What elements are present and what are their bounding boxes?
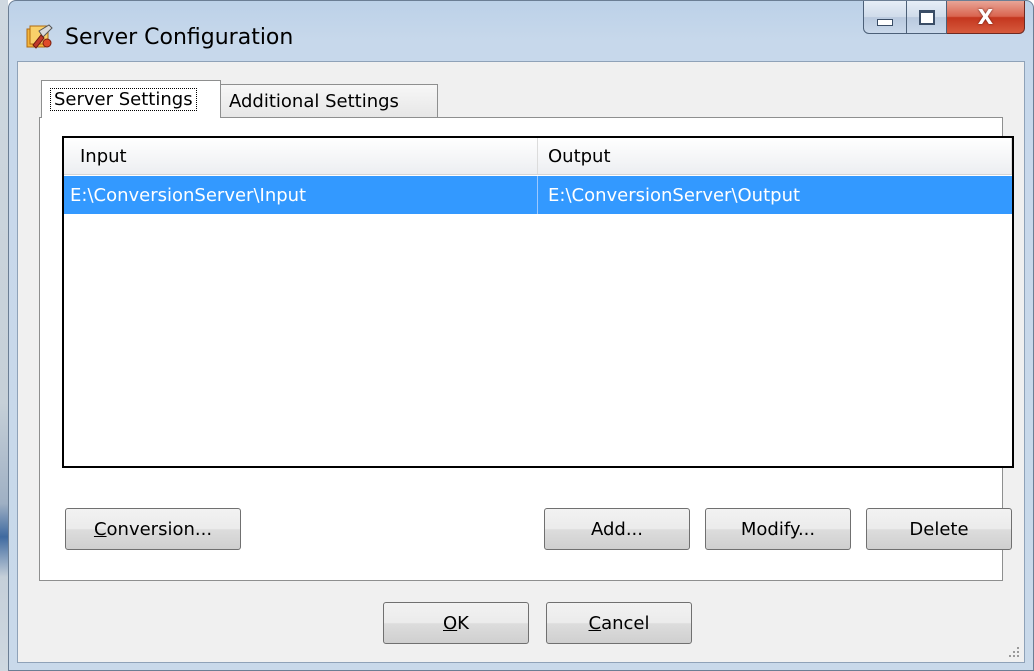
mnemonic: O: [443, 612, 458, 634]
maximize-button[interactable]: [907, 1, 947, 34]
maximize-icon: [918, 9, 935, 25]
size-grip-icon[interactable]: [1008, 646, 1020, 658]
column-header-output[interactable]: Output: [538, 138, 1012, 174]
column-header-input[interactable]: Input: [64, 138, 538, 174]
button-label: onversion...: [106, 518, 213, 540]
minimize-button[interactable]: [863, 1, 907, 34]
button-label: ancel: [601, 612, 650, 634]
app-config-icon: [26, 24, 53, 49]
server-settings-panel: Input Output E:\ConversionServer\Input E…: [39, 117, 1014, 581]
output-path-cell: E:\ConversionServer\Output: [548, 184, 801, 206]
cancel-button[interactable]: Cancel: [546, 602, 692, 644]
tab-additional-settings[interactable]: Additional Settings: [220, 84, 438, 118]
tab-label: Additional Settings: [229, 91, 399, 112]
close-icon: X: [977, 5, 994, 29]
input-path-cell: E:\ConversionServer\Input: [64, 176, 538, 214]
add-button[interactable]: Add...: [544, 508, 690, 550]
dialog-client-area: Server Settings Additional Settings Inpu…: [17, 61, 1025, 663]
window-title: Server Configuration: [65, 25, 294, 50]
close-button[interactable]: X: [947, 1, 1025, 34]
tab-server-settings[interactable]: Server Settings: [41, 80, 221, 118]
table-row[interactable]: E:\ConversionServer\Input E:\ConversionS…: [64, 176, 1012, 214]
button-label: K: [457, 612, 469, 634]
list-header: Input Output: [64, 138, 1012, 175]
modify-button[interactable]: Modify...: [705, 508, 851, 550]
ok-button[interactable]: OK: [383, 602, 529, 644]
minimize-icon: [877, 18, 893, 26]
folder-mapping-list[interactable]: Input Output E:\ConversionServer\Input E…: [62, 136, 1014, 468]
tab-label: Server Settings: [50, 88, 197, 111]
server-configuration-dialog: Server Configuration X Server Settings A…: [8, 0, 1034, 671]
window-controls: X: [863, 1, 1025, 35]
mnemonic: C: [588, 612, 602, 634]
desktop-background: [0, 0, 8, 671]
conversion-button[interactable]: Conversion...: [65, 508, 241, 550]
mnemonic: C: [93, 518, 107, 540]
delete-button[interactable]: Delete: [866, 508, 1012, 550]
